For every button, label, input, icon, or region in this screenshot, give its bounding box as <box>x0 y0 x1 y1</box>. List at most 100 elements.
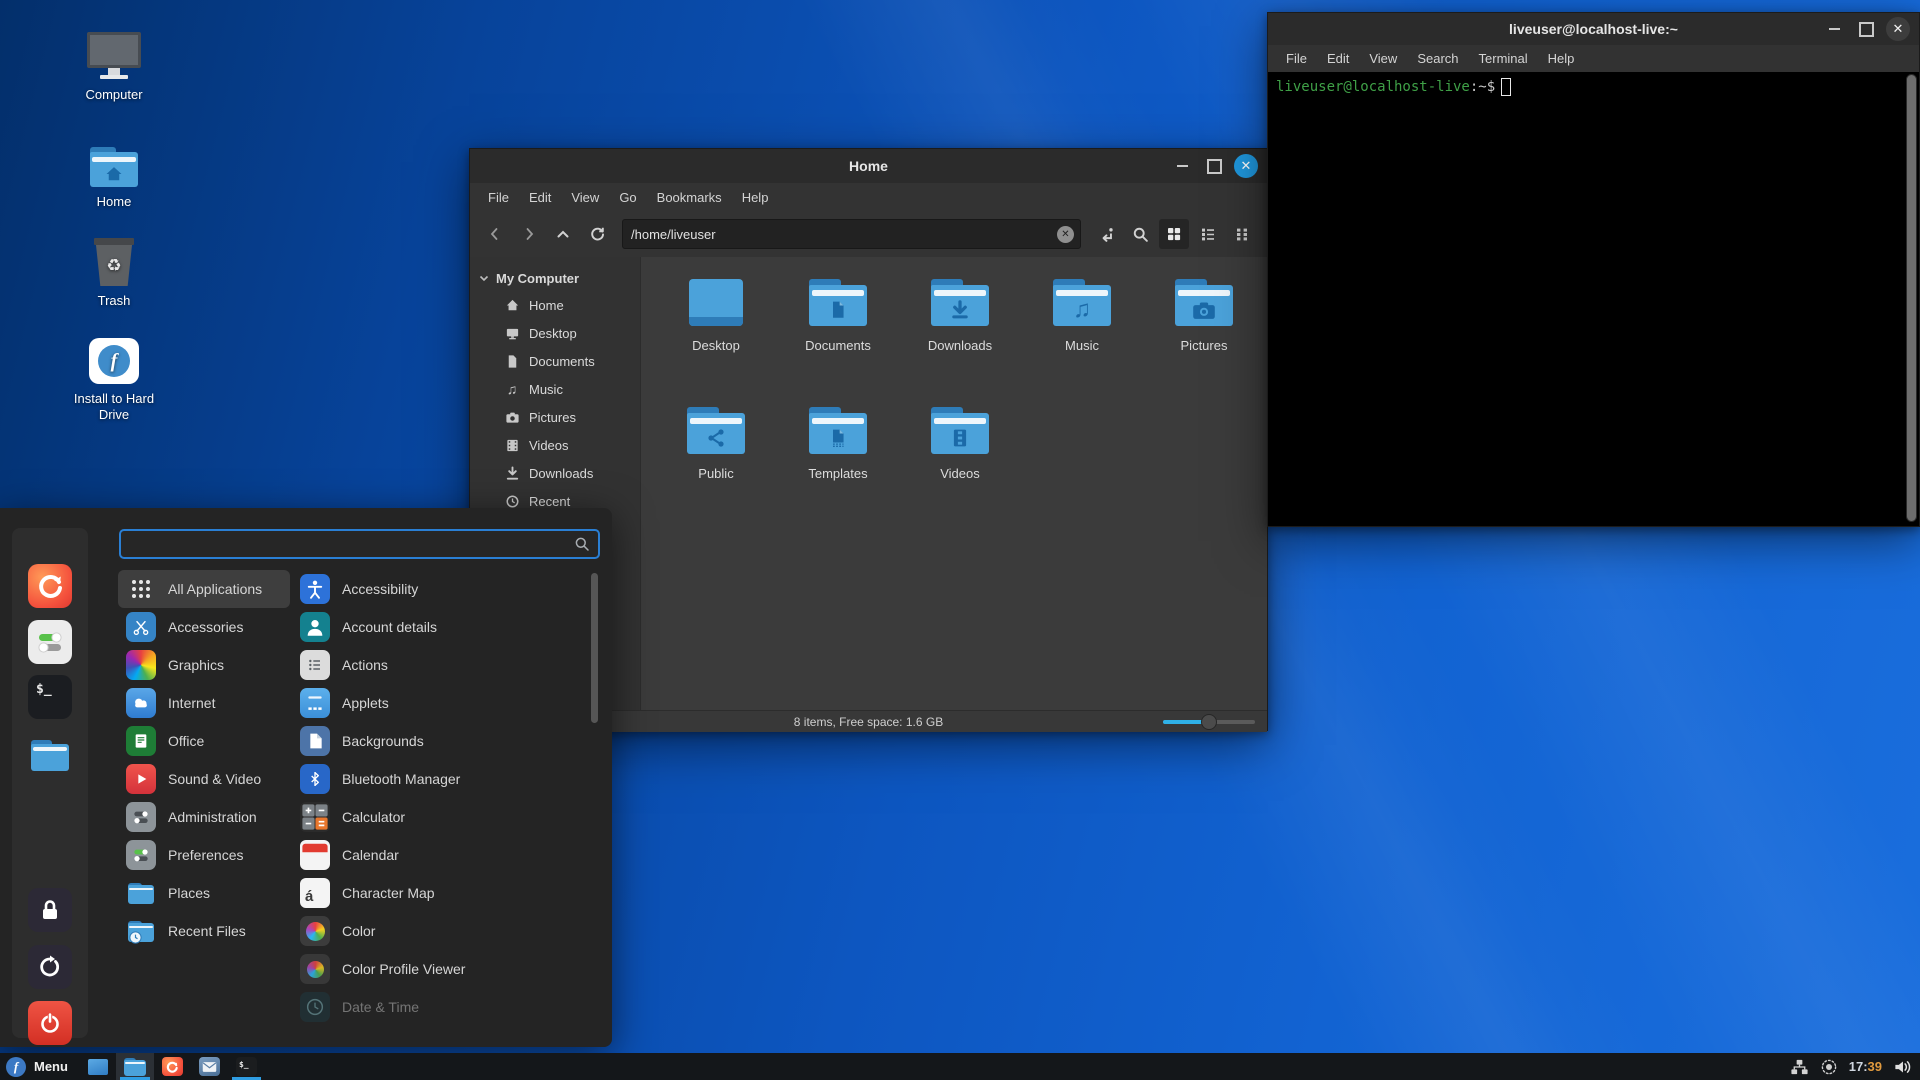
sidebar-item-home[interactable]: Home <box>470 291 640 319</box>
menu-view[interactable]: View <box>561 187 609 208</box>
zoom-slider-knob[interactable] <box>1201 714 1217 730</box>
desktop-icon-computer[interactable]: Computer <box>52 30 176 102</box>
network-icon[interactable] <box>1790 1058 1809 1076</box>
lock-screen-icon[interactable] <box>28 888 72 932</box>
app-item-calendar[interactable]: Calendar <box>292 836 580 874</box>
folder-item-downloads[interactable]: Downloads <box>899 271 1021 399</box>
menu-help[interactable]: Help <box>1538 48 1585 69</box>
close-button[interactable]: ✕ <box>1886 17 1910 41</box>
launcher-mail[interactable] <box>191 1053 228 1080</box>
up-icon[interactable] <box>548 219 578 249</box>
folder-item-pictures[interactable]: Pictures <box>1143 271 1265 399</box>
category-sound-video[interactable]: Sound & Video <box>118 760 290 798</box>
category-internet[interactable]: Internet <box>118 684 290 722</box>
folder-item-templates[interactable]: Templates <box>777 399 899 527</box>
volume-icon[interactable] <box>1893 1058 1912 1076</box>
category-graphics[interactable]: Graphics <box>118 646 290 684</box>
app-item-character-map[interactable]: á Character Map <box>292 874 580 912</box>
app-item-date-time[interactable]: Date & Time <box>292 988 580 1026</box>
sidebar-group-my-computer[interactable]: My Computer <box>470 265 640 291</box>
category-places[interactable]: Places <box>118 874 290 912</box>
search-input[interactable] <box>129 537 574 552</box>
app-item-calculator[interactable]: Calculator <box>292 798 580 836</box>
path-input[interactable]: /home/liveuser ✕ <box>622 219 1081 249</box>
terminal-scrollbar[interactable] <box>1906 74 1917 522</box>
firefox-icon[interactable] <box>28 564 72 608</box>
desktop-icon-trash[interactable]: ♻ Trash <box>52 236 176 308</box>
show-desktop-button[interactable] <box>80 1053 116 1080</box>
search-icon[interactable] <box>1125 219 1155 249</box>
application-list: Accessibility Account details Actions Ap… <box>292 570 580 1026</box>
menu-help[interactable]: Help <box>732 187 779 208</box>
app-list-scrollbar[interactable] <box>591 573 598 723</box>
app-item-color-profile-viewer[interactable]: Color Profile Viewer <box>292 950 580 988</box>
back-icon[interactable] <box>480 219 510 249</box>
menu-bookmarks[interactable]: Bookmarks <box>647 187 732 208</box>
reload-icon[interactable] <box>582 219 612 249</box>
category-office[interactable]: Office <box>118 722 290 760</box>
clear-icon[interactable]: ✕ <box>1057 226 1074 243</box>
menu-edit[interactable]: Edit <box>519 187 561 208</box>
compact-view-icon[interactable] <box>1227 219 1257 249</box>
sidebar-item-pictures[interactable]: Pictures <box>470 403 640 431</box>
menu-go[interactable]: Go <box>609 187 646 208</box>
leave-icon[interactable] <box>28 945 72 989</box>
terminal-screen[interactable]: liveuser@localhost-live:~$ <box>1268 72 1919 526</box>
app-item-applets[interactable]: Applets <box>292 684 580 722</box>
category-recent-files[interactable]: Recent Files <box>118 912 290 950</box>
forward-icon[interactable] <box>514 219 544 249</box>
menu-search[interactable]: Search <box>1407 48 1468 69</box>
settings-toggles-icon[interactable] <box>28 620 72 664</box>
task-button-terminal[interactable]: $_ <box>228 1053 265 1080</box>
start-menu-button[interactable]: f Menu <box>0 1053 80 1080</box>
file-manager-titlebar[interactable]: Home ✕ <box>470 149 1267 183</box>
minimize-button[interactable] <box>1170 154 1194 178</box>
shutdown-icon[interactable] <box>28 1001 72 1045</box>
list-view-icon[interactable] <box>1193 219 1223 249</box>
sidebar-item-music[interactable]: ♫ Music <box>470 375 640 403</box>
menu-edit[interactable]: Edit <box>1317 48 1359 69</box>
maximize-button[interactable] <box>1202 154 1226 178</box>
app-item-bluetooth-manager[interactable]: Bluetooth Manager <box>292 760 580 798</box>
sidebar-item-downloads[interactable]: Downloads <box>470 459 640 487</box>
sidebar-item-videos[interactable]: Videos <box>470 431 640 459</box>
close-button[interactable]: ✕ <box>1234 154 1258 178</box>
zoom-slider[interactable] <box>1163 711 1255 732</box>
menu-terminal[interactable]: Terminal <box>1469 48 1538 69</box>
sidebar-item-documents[interactable]: Documents <box>470 347 640 375</box>
sidebar-item-desktop[interactable]: Desktop <box>470 319 640 347</box>
category-preferences[interactable]: Preferences <box>118 836 290 874</box>
folder-item-videos[interactable]: Videos <box>899 399 1021 527</box>
app-item-account-details[interactable]: Account details <box>292 608 580 646</box>
app-item-accessibility[interactable]: Accessibility <box>292 570 580 608</box>
maximize-button[interactable] <box>1854 17 1878 41</box>
menu-view[interactable]: View <box>1359 48 1407 69</box>
menu-file[interactable]: File <box>1276 48 1317 69</box>
launcher-firefox[interactable] <box>154 1053 191 1080</box>
app-item-color[interactable]: Color <box>292 912 580 950</box>
category-administration[interactable]: Administration <box>118 798 290 836</box>
desktop-icon-install[interactable]: f Install to Hard Drive <box>52 334 176 424</box>
taskbar-clock[interactable]: 17:39 <box>1849 1059 1882 1074</box>
terminal-icon[interactable]: $_ <box>28 675 72 719</box>
menu-file[interactable]: File <box>478 187 519 208</box>
folder-item-music[interactable]: ♫ Music <box>1021 271 1143 399</box>
terminal-titlebar[interactable]: liveuser@localhost-live:~ ✕ <box>1268 13 1919 45</box>
folder-item-desktop[interactable]: Desktop <box>655 271 777 399</box>
category-all-applications[interactable]: All Applications <box>118 570 290 608</box>
minimize-button[interactable] <box>1822 17 1846 41</box>
task-button-file-manager[interactable] <box>116 1053 154 1080</box>
folder-item-public[interactable]: Public <box>655 399 777 527</box>
icon-view-icon[interactable] <box>1159 219 1189 249</box>
category-accessories[interactable]: Accessories <box>118 608 290 646</box>
file-manager-view[interactable]: Desktop Documents Downloads <box>640 257 1267 710</box>
jump-icon[interactable] <box>1091 219 1121 249</box>
app-item-actions[interactable]: Actions <box>292 646 580 684</box>
file-manager-icon[interactable] <box>28 733 72 777</box>
app-item-backgrounds[interactable]: Backgrounds <box>292 722 580 760</box>
color-temperature-icon[interactable] <box>1820 1058 1838 1076</box>
category-list: All Applications Accessories Graphics In… <box>118 570 290 950</box>
folder-item-documents[interactable]: Documents <box>777 271 899 399</box>
date-time-icon <box>300 992 330 1022</box>
desktop-icon-home[interactable]: Home <box>52 137 176 209</box>
